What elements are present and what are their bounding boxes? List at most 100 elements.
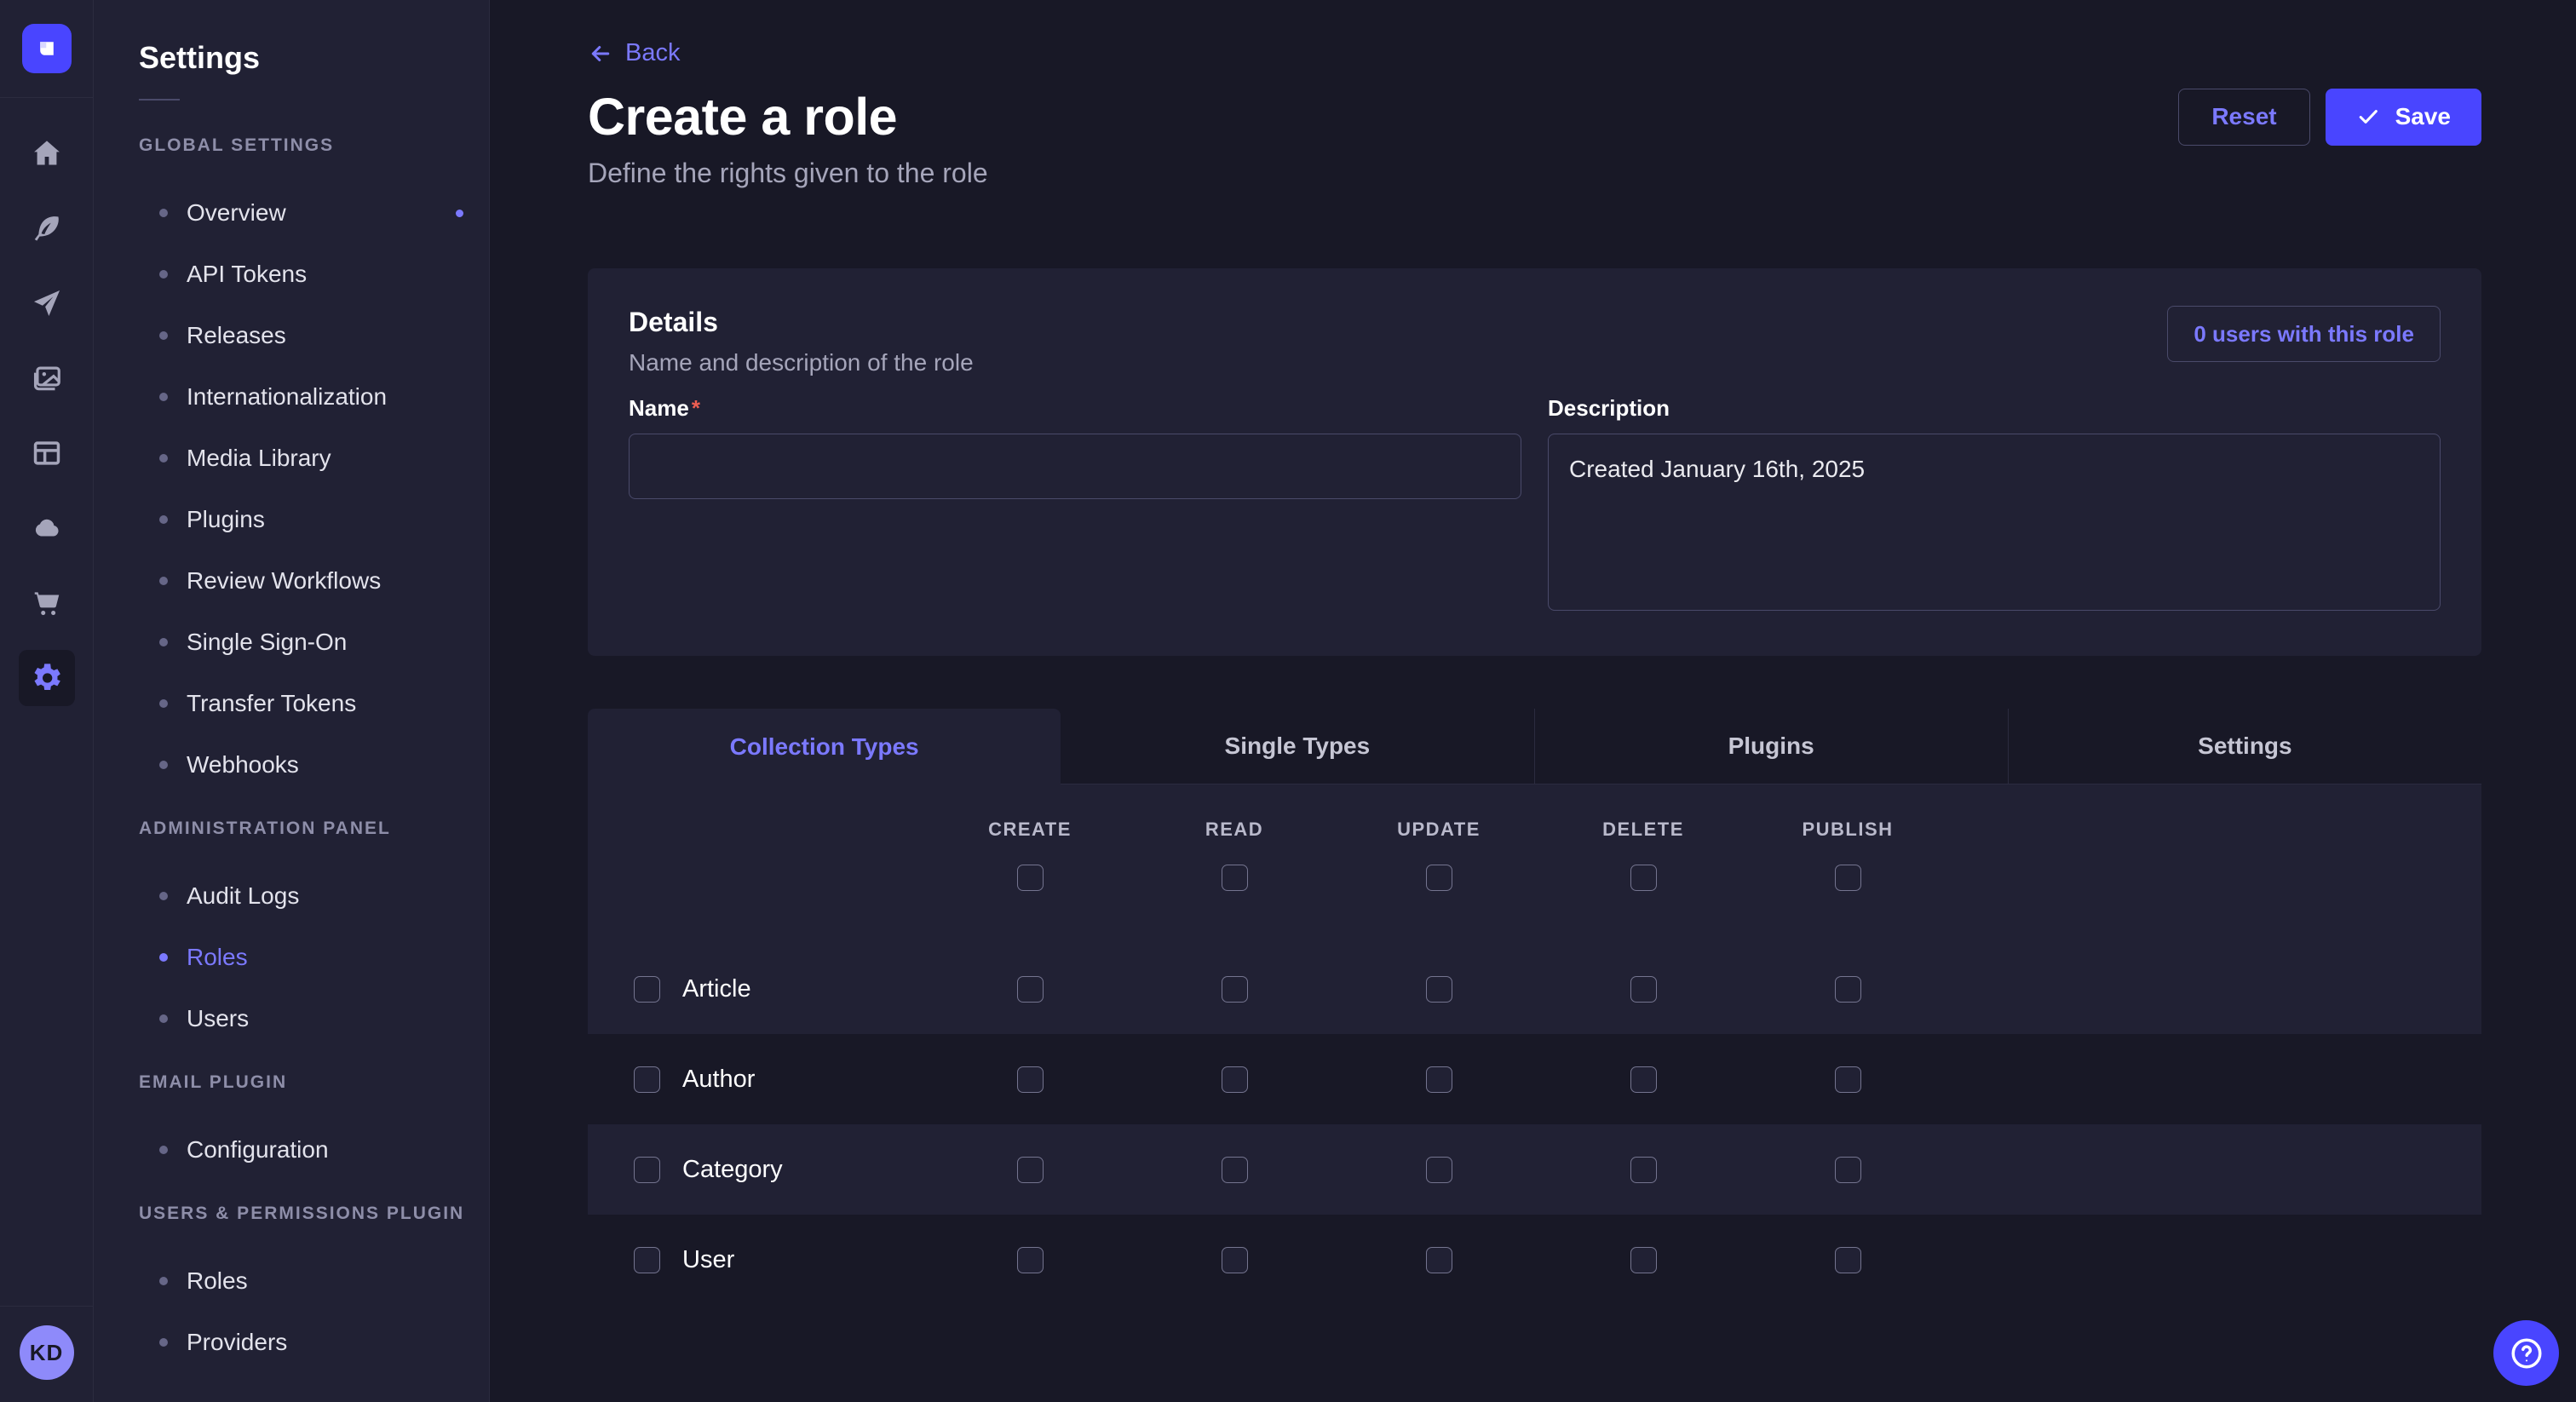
section-label: ADMINISTRATION PANEL <box>139 818 489 840</box>
help-button[interactable] <box>2493 1320 2559 1386</box>
checkbox-category-delete[interactable] <box>1630 1157 1657 1183</box>
checkbox-row-article[interactable] <box>634 976 660 1003</box>
checkbox-category-update[interactable] <box>1426 1157 1452 1183</box>
bullet-icon <box>159 1338 168 1347</box>
checkbox-row-category[interactable] <box>634 1157 660 1183</box>
title-divider <box>139 99 180 101</box>
check-icon <box>2356 105 2380 129</box>
row-label: Article <box>682 975 751 1003</box>
sidebar-item-label: Releases <box>187 322 286 349</box>
checkbox-all-publish[interactable] <box>1835 865 1861 891</box>
reset-button[interactable]: Reset <box>2178 89 2309 146</box>
sidebar-item-media-library[interactable]: Media Library <box>139 428 489 489</box>
row-label: Author <box>682 1066 755 1094</box>
sidebar-item-review-workflows[interactable]: Review Workflows <box>139 550 489 612</box>
sidebar-item-overview[interactable]: Overview <box>139 182 489 244</box>
layout-icon[interactable] <box>31 437 63 469</box>
checkbox-category-publish[interactable] <box>1835 1157 1861 1183</box>
permissions-header: CREATE READ UPDATE DELETE PUBLISH <box>588 784 2481 944</box>
arrow-left-icon <box>588 41 613 66</box>
checkbox-author-read[interactable] <box>1222 1066 1248 1093</box>
feather-icon[interactable] <box>31 212 63 244</box>
cloud-icon[interactable] <box>31 512 63 544</box>
save-button[interactable]: Save <box>2326 89 2481 146</box>
cart-icon[interactable] <box>31 587 63 619</box>
tab-settings[interactable]: Settings <box>2008 709 2481 784</box>
checkbox-user-delete[interactable] <box>1630 1247 1657 1273</box>
bullet-icon <box>159 953 168 962</box>
checkbox-all-create[interactable] <box>1017 865 1044 891</box>
page-title: Create a role <box>588 84 897 149</box>
sidebar-item-label: Overview <box>187 199 286 227</box>
column-header-create: CREATE <box>928 819 1132 841</box>
checkbox-article-delete[interactable] <box>1630 976 1657 1003</box>
checkbox-author-publish[interactable] <box>1835 1066 1861 1093</box>
checkbox-author-delete[interactable] <box>1630 1066 1657 1093</box>
sidebar-item-api-tokens[interactable]: API Tokens <box>139 244 489 305</box>
send-icon[interactable] <box>31 287 63 319</box>
bullet-icon <box>159 1146 168 1154</box>
sidebar-item-roles-admin[interactable]: Roles <box>139 927 489 988</box>
column-header-delete: DELETE <box>1541 819 1745 841</box>
column-header-update: UPDATE <box>1337 819 1541 841</box>
sidebar-item-roles-up[interactable]: Roles <box>139 1250 489 1312</box>
back-label: Back <box>625 39 680 67</box>
tab-single-types[interactable]: Single Types <box>1061 709 1533 784</box>
checkbox-category-create[interactable] <box>1017 1157 1044 1183</box>
checkbox-article-update[interactable] <box>1426 976 1452 1003</box>
checkbox-author-update[interactable] <box>1426 1066 1452 1093</box>
checkbox-row-user[interactable] <box>634 1247 660 1273</box>
bullet-icon <box>159 1014 168 1023</box>
checkbox-article-publish[interactable] <box>1835 976 1861 1003</box>
checkbox-all-update[interactable] <box>1426 865 1452 891</box>
name-field[interactable] <box>629 434 1521 499</box>
gear-icon[interactable] <box>19 650 75 706</box>
sidebar-item-label: Media Library <box>187 445 331 472</box>
sidebar-item-users[interactable]: Users <box>139 988 489 1049</box>
sidebar-item-releases[interactable]: Releases <box>139 305 489 366</box>
sidebar-item-audit-logs[interactable]: Audit Logs <box>139 865 489 927</box>
save-label: Save <box>2395 103 2451 130</box>
media-icon[interactable] <box>31 362 63 394</box>
sidebar-item-label: Plugins <box>187 506 265 533</box>
sidebar-item-label: Roles <box>187 944 248 971</box>
sidebar-item-internationalization[interactable]: Internationalization <box>139 366 489 428</box>
tab-plugins[interactable]: Plugins <box>1534 709 2008 784</box>
strapi-logo-icon[interactable] <box>22 24 72 73</box>
sidebar-item-transfer-tokens[interactable]: Transfer Tokens <box>139 673 489 734</box>
bullet-icon <box>159 393 168 401</box>
details-title: Details <box>629 306 974 338</box>
rail-divider <box>0 97 93 98</box>
tab-collection-types[interactable]: Collection Types <box>588 709 1061 784</box>
sidebar-item-configuration[interactable]: Configuration <box>139 1119 489 1181</box>
bullet-icon <box>159 699 168 708</box>
sidebar-item-label: Providers <box>187 1329 287 1356</box>
checkbox-user-create[interactable] <box>1017 1247 1044 1273</box>
checkbox-user-update[interactable] <box>1426 1247 1452 1273</box>
sidebar-item-providers[interactable]: Providers <box>139 1312 489 1373</box>
home-icon[interactable] <box>31 137 63 170</box>
main-content: Back Create a role Reset Save Define the… <box>490 0 2576 1402</box>
name-label: Name* <box>629 395 700 421</box>
checkbox-article-create[interactable] <box>1017 976 1044 1003</box>
checkbox-user-publish[interactable] <box>1835 1247 1861 1273</box>
column-header-read: READ <box>1132 819 1337 841</box>
sidebar-item-plugins[interactable]: Plugins <box>139 489 489 550</box>
checkbox-user-read[interactable] <box>1222 1247 1248 1273</box>
avatar[interactable]: KD <box>20 1325 74 1380</box>
sidebar-item-single-sign-on[interactable]: Single Sign-On <box>139 612 489 673</box>
description-field[interactable]: Created January 16th, 2025 <box>1548 434 2441 611</box>
back-link[interactable]: Back <box>588 39 680 67</box>
checkbox-all-delete[interactable] <box>1630 865 1657 891</box>
checkbox-all-read[interactable] <box>1222 865 1248 891</box>
description-label: Description <box>1548 395 1670 421</box>
checkbox-author-create[interactable] <box>1017 1066 1044 1093</box>
sidebar-item-webhooks[interactable]: Webhooks <box>139 734 489 796</box>
users-with-role-button[interactable]: 0 users with this role <box>2167 306 2441 362</box>
sidebar-item-label: Audit Logs <box>187 882 299 910</box>
settings-subnav: Settings GLOBAL SETTINGS Overview API To… <box>94 0 490 1402</box>
checkbox-row-author[interactable] <box>634 1066 660 1093</box>
checkbox-article-read[interactable] <box>1222 976 1248 1003</box>
checkbox-category-read[interactable] <box>1222 1157 1248 1183</box>
bullet-icon <box>159 270 168 279</box>
